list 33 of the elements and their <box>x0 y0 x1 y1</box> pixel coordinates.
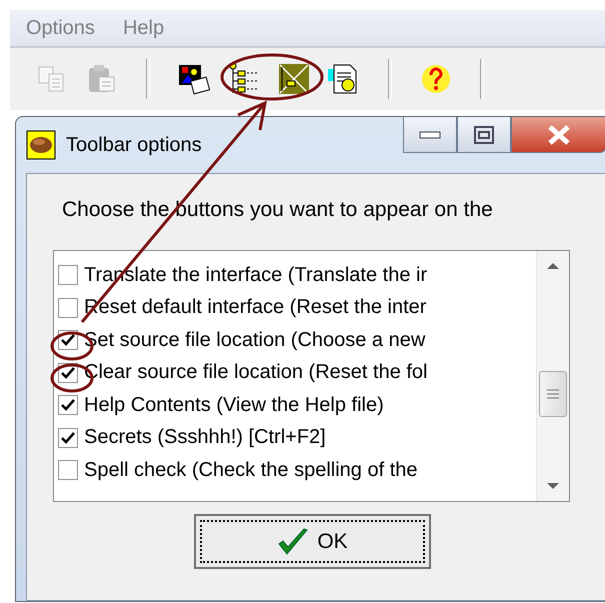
checkmark-icon <box>277 528 310 556</box>
checkbox[interactable] <box>58 265 78 286</box>
app-icon <box>26 130 56 160</box>
scroll-thumb[interactable] <box>539 371 567 417</box>
toolbar-button[interactable] <box>228 63 260 95</box>
option-label: Help Contents (View the Help file) <box>84 394 384 417</box>
maximize-button[interactable] <box>457 117 511 153</box>
minimize-button[interactable] <box>403 117 457 153</box>
option-label: Secrets (Ssshhh!) [Ctrl+F2] <box>84 426 326 450</box>
checkbox[interactable] <box>58 460 78 480</box>
minimize-icon <box>419 130 441 138</box>
scroll-up-icon[interactable] <box>547 263 559 269</box>
checkbox[interactable] <box>58 298 78 318</box>
menu-item[interactable]: Options <box>26 16 95 40</box>
option-label: Spell check (Check the spelling of the <box>84 458 418 482</box>
prompt-text: Choose the buttons you want to appear on the <box>62 198 494 222</box>
crossed-tree-icon <box>278 63 310 95</box>
toolbar-button[interactable] <box>178 63 210 95</box>
scroll-down-icon[interactable] <box>547 483 559 489</box>
help-icon <box>421 64 451 94</box>
maximize-icon <box>474 126 494 144</box>
pictures-icon <box>178 63 210 95</box>
tree-icon <box>228 63 260 95</box>
ok-button[interactable]: OK <box>194 514 431 569</box>
checkbox[interactable] <box>58 395 78 416</box>
window-title: Toolbar options <box>66 134 202 156</box>
paste-icon <box>87 64 117 94</box>
close-icon <box>546 124 570 144</box>
checkbox[interactable] <box>58 428 78 448</box>
toolbar-button[interactable] <box>278 63 310 95</box>
menu-item[interactable]: Help <box>122 16 164 40</box>
close-button[interactable] <box>511 117 605 153</box>
scrollbar[interactable] <box>536 251 569 501</box>
